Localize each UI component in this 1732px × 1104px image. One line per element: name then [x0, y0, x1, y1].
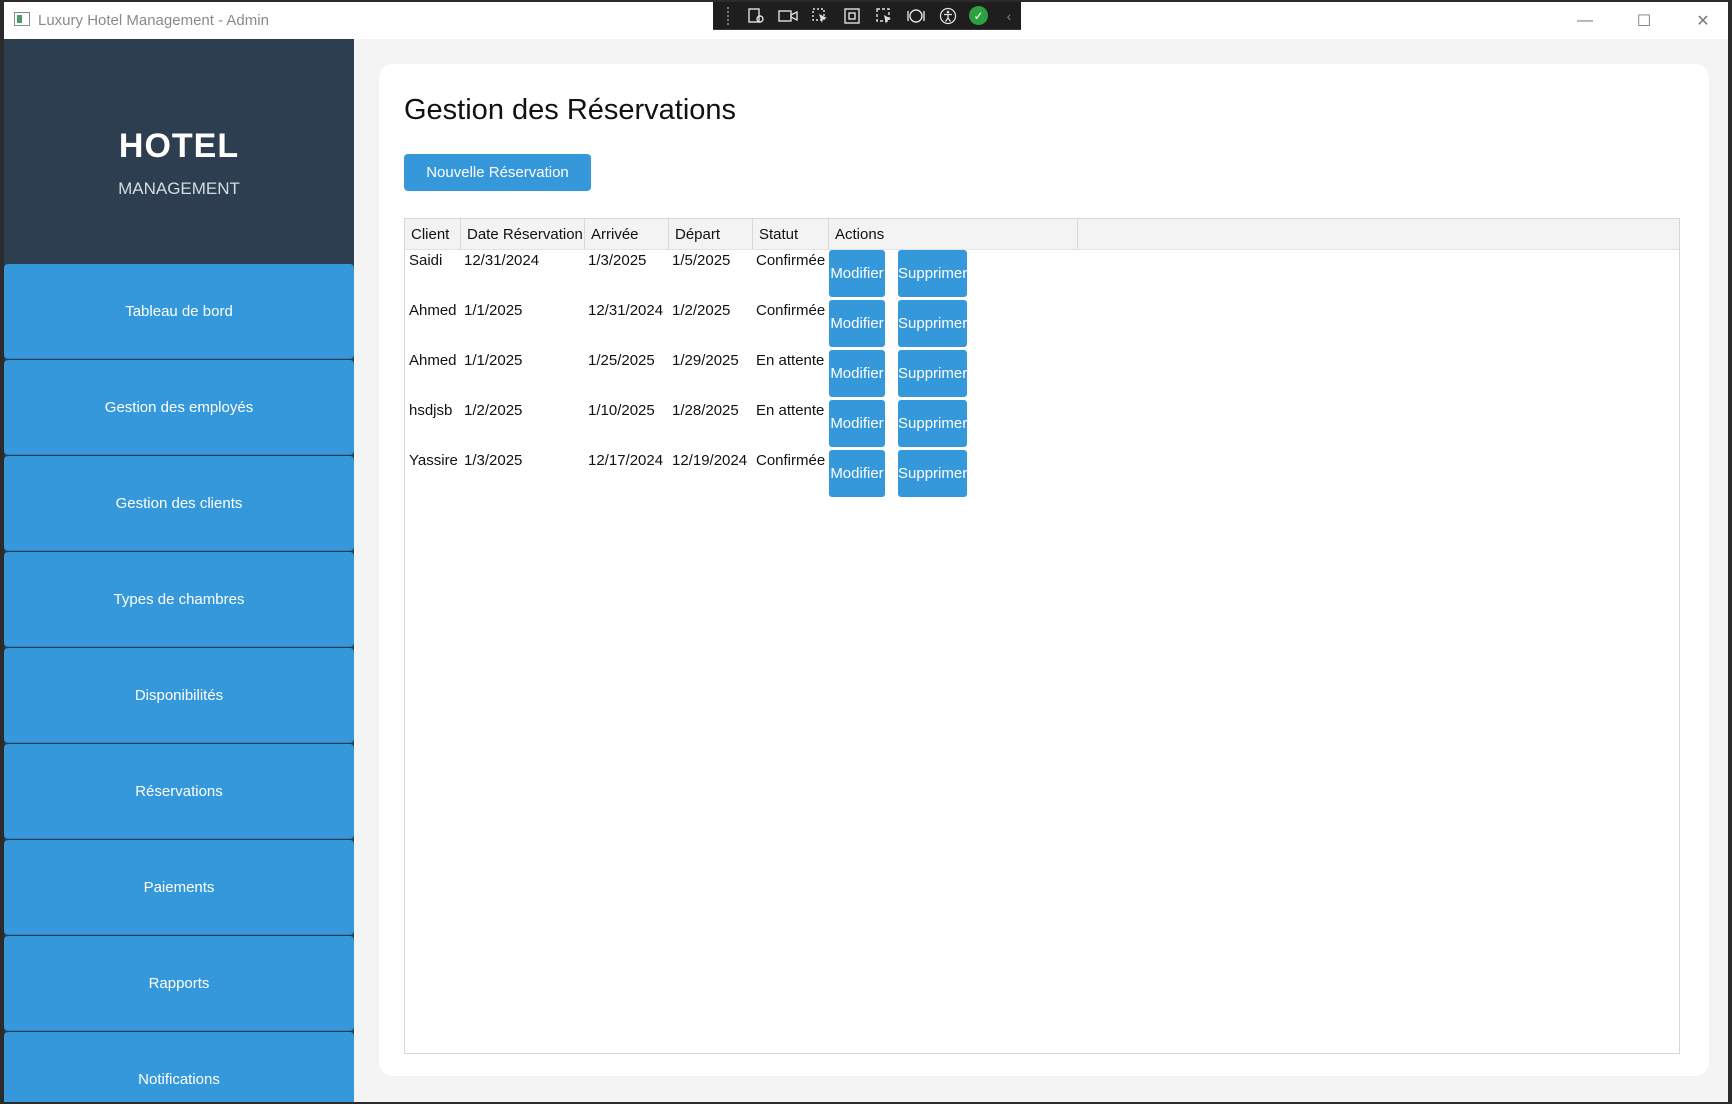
- table-row: Ahmed 1/1/2025 12/31/2024 1/2/2025 Confi…: [405, 299, 1679, 349]
- table-row: Yassire 1/3/2025 12/17/2024 12/19/2024 C…: [405, 449, 1679, 499]
- cell-date-reservation: 12/31/2024: [464, 252, 540, 269]
- cell-arrivee: 12/17/2024: [588, 452, 664, 469]
- window-title: Luxury Hotel Management - Admin: [38, 12, 269, 29]
- toolbar-grip[interactable]: [727, 6, 735, 25]
- cell-date-reservation: 1/1/2025: [464, 352, 523, 369]
- cell-arrivee: 12/31/2024: [588, 302, 664, 319]
- cell-date-reservation: 1/1/2025: [464, 302, 523, 319]
- column-header-depart[interactable]: Départ: [669, 219, 753, 249]
- edit-button[interactable]: Modifier: [829, 450, 885, 497]
- cell-statut: Confirmée: [756, 252, 826, 269]
- edit-button[interactable]: Modifier: [829, 300, 885, 347]
- hot-reload-icon[interactable]: [905, 6, 927, 26]
- brand-title: HOTEL: [118, 127, 240, 165]
- collapse-icon[interactable]: ‹: [998, 6, 1020, 26]
- debug-toolbar: ✓ ‹: [713, 2, 1021, 30]
- delete-button[interactable]: Supprimer: [898, 350, 967, 397]
- minimize-button[interactable]: —: [1556, 2, 1614, 39]
- title-bar: Luxury Hotel Management - Admin ✓ ‹ — ☐ …: [4, 2, 1728, 39]
- cell-depart: 1/5/2025: [672, 252, 731, 269]
- app-icon: [14, 12, 30, 26]
- table-row: Saidi 12/31/2024 1/3/2025 1/5/2025 Confi…: [405, 249, 1679, 299]
- page-title: Gestion des Réservations: [404, 94, 737, 126]
- cell-date-reservation: 1/2/2025: [464, 402, 523, 419]
- sidebar-item-employees[interactable]: Gestion des employés: [4, 360, 354, 455]
- sidebar-item-clients[interactable]: Gestion des clients: [4, 456, 354, 551]
- maximize-button[interactable]: ☐: [1615, 2, 1673, 39]
- edit-button[interactable]: Modifier: [829, 250, 885, 297]
- sidebar-item-reservations[interactable]: Réservations: [4, 744, 354, 839]
- cell-statut: En attente: [756, 402, 825, 419]
- delete-button[interactable]: Supprimer: [898, 400, 967, 447]
- cell-arrivee: 1/25/2025: [588, 352, 655, 369]
- cell-client: Ahmed: [409, 352, 457, 369]
- brand-subtitle: MANAGEMENT: [118, 179, 240, 198]
- cell-arrivee: 1/10/2025: [588, 402, 655, 419]
- cell-client: hsdjsb: [409, 402, 453, 419]
- sidebar: HOTEL MANAGEMENT Tableau de bord Gestion…: [4, 39, 354, 1102]
- video-icon[interactable]: [777, 6, 799, 26]
- edit-button[interactable]: Modifier: [829, 400, 885, 447]
- table-header: Client Date Réservation Arrivée Départ S…: [405, 219, 1679, 250]
- app-window: Luxury Hotel Management - Admin ✓ ‹ — ☐ …: [4, 2, 1728, 1102]
- table-row: hsdjsb 1/2/2025 1/10/2025 1/28/2025 En a…: [405, 399, 1679, 449]
- column-header-arrivee[interactable]: Arrivée: [585, 219, 669, 249]
- sidebar-item-dashboard[interactable]: Tableau de bord: [4, 264, 354, 359]
- cell-date-reservation: 1/3/2025: [464, 452, 523, 469]
- cell-depart: 1/29/2025: [672, 352, 739, 369]
- sidebar-item-availability[interactable]: Disponibilités: [4, 648, 354, 743]
- new-reservation-button[interactable]: Nouvelle Réservation: [404, 154, 591, 191]
- column-header-actions[interactable]: Actions: [829, 219, 1078, 249]
- delete-button[interactable]: Supprimer: [898, 250, 967, 297]
- reservations-table: Client Date Réservation Arrivée Départ S…: [404, 218, 1680, 1054]
- column-header-client[interactable]: Client: [405, 219, 461, 249]
- column-header-date-reservation[interactable]: Date Réservation: [461, 219, 585, 249]
- select-element-icon[interactable]: [809, 6, 831, 26]
- delete-button[interactable]: Supprimer: [898, 300, 967, 347]
- cell-statut: Confirmée: [756, 302, 826, 319]
- table-row: Ahmed 1/1/2025 1/25/2025 1/29/2025 En at…: [405, 349, 1679, 399]
- brand: HOTEL MANAGEMENT: [4, 39, 354, 265]
- cell-client: Yassire: [409, 452, 458, 469]
- cell-depart: 1/2/2025: [672, 302, 731, 319]
- sidebar-item-payments[interactable]: Paiements: [4, 840, 354, 935]
- cell-client: Ahmed: [409, 302, 457, 319]
- accessibility-icon[interactable]: [937, 6, 959, 26]
- cell-depart: 1/28/2025: [672, 402, 739, 419]
- cell-arrivee: 1/3/2025: [588, 252, 647, 269]
- cell-statut: En attente: [756, 352, 825, 369]
- live-visual-tree-icon[interactable]: [745, 6, 767, 26]
- content-card: Gestion des Réservations Nouvelle Réserv…: [379, 64, 1709, 1076]
- column-header-statut[interactable]: Statut: [753, 219, 829, 249]
- edit-button[interactable]: Modifier: [829, 350, 885, 397]
- sidebar-item-notifications[interactable]: Notifications: [4, 1032, 354, 1102]
- cell-statut: Confirmée: [756, 452, 826, 469]
- cell-depart: 12/19/2024: [672, 452, 748, 469]
- check-icon[interactable]: ✓: [969, 6, 988, 25]
- cell-client: Saidi: [409, 252, 443, 269]
- track-focus-icon[interactable]: [873, 6, 895, 26]
- display-adorners-icon[interactable]: [841, 6, 863, 26]
- close-button[interactable]: ✕: [1674, 2, 1728, 39]
- sidebar-item-reports[interactable]: Rapports: [4, 936, 354, 1031]
- delete-button[interactable]: Supprimer: [898, 450, 967, 497]
- sidebar-item-room-types[interactable]: Types de chambres: [4, 552, 354, 647]
